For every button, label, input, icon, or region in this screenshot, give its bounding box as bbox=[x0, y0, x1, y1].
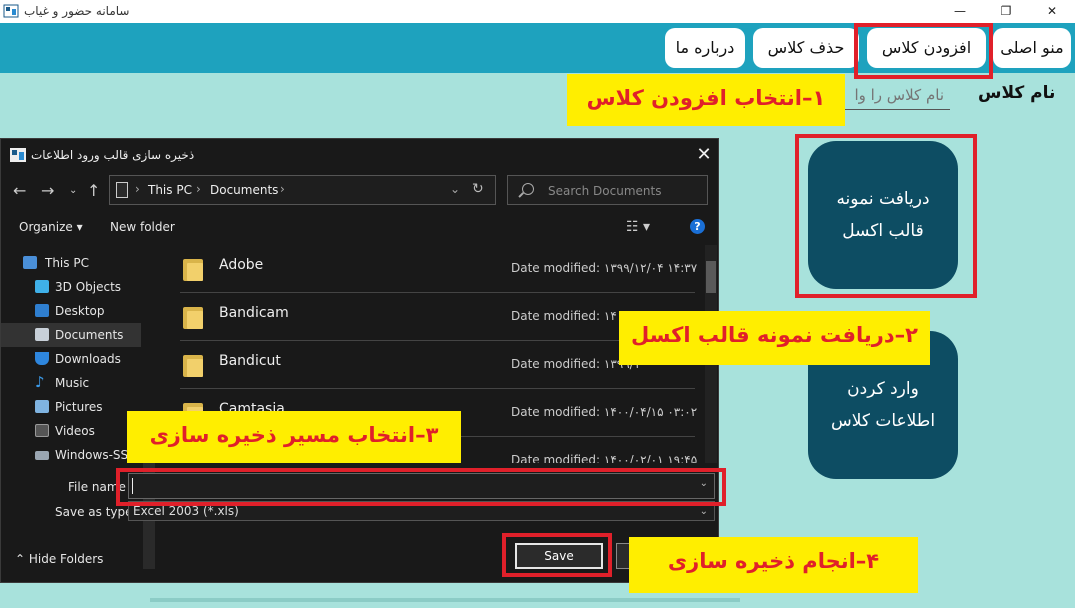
file-name: Bandicut bbox=[219, 353, 281, 369]
nav-item-downloads[interactable]: Downloads bbox=[1, 347, 141, 371]
back-arrow-icon[interactable]: ← bbox=[13, 181, 26, 200]
nav-item-label: Documents bbox=[55, 328, 124, 342]
nav-item-label: Videos bbox=[55, 424, 95, 438]
file-name: Adobe bbox=[219, 257, 264, 273]
folder-icon bbox=[183, 307, 203, 329]
highlight-get-template bbox=[795, 134, 977, 298]
document-icon bbox=[35, 328, 49, 341]
file-date: Date modified: ۱۴۰۰/۰۲/۰۱ ۱۹:۴۵ bbox=[511, 453, 698, 463]
cube-icon bbox=[35, 280, 49, 293]
nav-item-label: Pictures bbox=[55, 400, 103, 414]
nav-item-label: Windows-SSD bbox=[55, 448, 138, 462]
search-box[interactable]: Search Documents bbox=[507, 175, 708, 205]
callout-step-3: ۳–انتخاب مسیر ذخیره سازی bbox=[127, 411, 461, 463]
file-row-adobe[interactable]: Adobe Date modified: ۱۳۹۹/۱۲/۰۴ ۱۴:۳۷ bbox=[180, 245, 698, 293]
picture-icon bbox=[35, 400, 49, 413]
nav-item-label: Downloads bbox=[55, 352, 121, 366]
path-chevron-icon: › bbox=[196, 182, 201, 196]
menu-home-button[interactable]: منو اصلی bbox=[993, 28, 1071, 68]
nav-item-label: 3D Objects bbox=[55, 280, 122, 294]
nav-item-pictures[interactable]: Pictures bbox=[1, 395, 141, 419]
nav-item-desktop[interactable]: Desktop bbox=[1, 299, 141, 323]
save-as-type-value: Excel 2003 (*.xls) bbox=[133, 504, 239, 518]
search-icon bbox=[522, 183, 534, 195]
file-date: Date modified: ۱۳۹۹/۱۲/۰۴ ۱۴:۳۷ bbox=[511, 261, 698, 275]
highlight-file-name bbox=[116, 468, 726, 506]
dialog-app-icon bbox=[10, 148, 26, 162]
file-name: Bandicam bbox=[219, 305, 289, 321]
address-dropdown-icon[interactable]: ⌄ bbox=[450, 182, 460, 196]
nav-item-documents[interactable]: Documents bbox=[1, 323, 141, 347]
folder-path-icon bbox=[116, 182, 128, 198]
file-row-bandicut[interactable]: Bandicut Date modified: ۱۳۹۹/۱ bbox=[180, 341, 695, 389]
app-title: سامانه حضور و غیاب bbox=[24, 4, 130, 18]
organize-button[interactable]: Organize ▾ bbox=[19, 220, 83, 234]
callout-step-2: ۲–دریافت نمونه قالب اکسل bbox=[619, 311, 930, 365]
nav-item-label: Music bbox=[55, 376, 90, 390]
refresh-icon[interactable]: ↻ bbox=[472, 181, 484, 197]
file-date: Date modified: ۱۴۰۰/۰۴/۱۵ ۰۳:۰۲ bbox=[511, 405, 698, 419]
close-button[interactable]: ✕ bbox=[1029, 0, 1075, 23]
path-chevron-icon: › bbox=[135, 182, 140, 196]
hide-folders-label: Hide Folders bbox=[28, 552, 104, 566]
callout-step-4: ۴–انجام ذخیره سازی bbox=[629, 537, 918, 593]
dialog-title-bar: ذخیره سازی قالب ورود اطلاعات ✕ bbox=[1, 139, 718, 171]
file-row-bandicam[interactable]: Bandicam Date modified: ۱۴۰۰/۰ bbox=[180, 293, 695, 341]
menu-about-button[interactable]: درباره ما bbox=[665, 28, 745, 68]
path-chevron-icon: › bbox=[280, 182, 285, 196]
highlight-add-class bbox=[854, 23, 993, 79]
highlight-save bbox=[502, 533, 612, 577]
up-arrow-icon[interactable]: ↑ bbox=[87, 181, 100, 200]
nav-item-this-pc[interactable]: This PC bbox=[1, 251, 141, 275]
nav-item-music[interactable]: ♪ Music bbox=[1, 371, 141, 395]
drive-icon bbox=[35, 451, 49, 460]
search-placeholder: Search Documents bbox=[548, 184, 662, 198]
maximize-button[interactable]: ❐ bbox=[983, 0, 1029, 23]
nav-item-windows-ssd[interactable]: Windows-SSD bbox=[1, 443, 141, 467]
save-as-type-label: Save as type: bbox=[55, 505, 137, 519]
minimize-button[interactable]: — bbox=[937, 0, 983, 23]
scrollbar-thumb[interactable] bbox=[706, 261, 716, 293]
nav-item-3d-objects[interactable]: 3D Objects bbox=[1, 275, 141, 299]
nav-item-label: Desktop bbox=[55, 304, 105, 318]
help-icon[interactable]: ? bbox=[690, 219, 705, 234]
folder-icon bbox=[183, 355, 203, 377]
download-icon bbox=[35, 352, 49, 365]
desktop-icon bbox=[35, 304, 49, 317]
music-icon: ♪ bbox=[35, 373, 45, 391]
title-bar: سامانه حضور و غیاب — ❐ ✕ bbox=[0, 0, 1075, 23]
hide-folders-button[interactable]: ⌃ Hide Folders bbox=[15, 552, 103, 566]
new-folder-button[interactable]: New folder bbox=[110, 220, 175, 234]
pc-icon bbox=[23, 256, 37, 269]
forward-arrow-icon[interactable]: → bbox=[41, 181, 54, 200]
chevron-up-icon: ⌃ bbox=[15, 552, 29, 566]
dialog-title: ذخیره سازی قالب ورود اطلاعات bbox=[31, 148, 195, 162]
folder-icon bbox=[183, 259, 203, 281]
save-dialog: ذخیره سازی قالب ورود اطلاعات ✕ ← → ⌄ ↑ ›… bbox=[0, 138, 719, 583]
menu-delete-class-button[interactable]: حذف کلاس bbox=[753, 28, 859, 68]
address-bar[interactable]: › This PC › Documents › ⌄ ↻ bbox=[109, 175, 496, 205]
recent-chevron-icon[interactable]: ⌄ bbox=[69, 185, 77, 196]
class-name-label: نام کلاس bbox=[978, 83, 1056, 103]
nav-item-videos[interactable]: Videos bbox=[1, 419, 141, 443]
nav-item-label: This PC bbox=[45, 256, 89, 270]
app-icon bbox=[3, 4, 19, 18]
bottom-divider bbox=[150, 598, 740, 602]
path-documents[interactable]: Documents bbox=[210, 183, 278, 197]
dialog-close-icon[interactable]: ✕ bbox=[691, 143, 717, 167]
callout-step-1: ۱–انتخاب افزودن کلاس bbox=[567, 74, 845, 126]
video-icon bbox=[35, 424, 49, 437]
enter-class-info-label: وارد کردن اطلاعات کلاس bbox=[830, 378, 936, 431]
path-this-pc[interactable]: This PC bbox=[148, 183, 192, 197]
view-options-icon[interactable]: ☷ ▾ bbox=[626, 219, 650, 235]
class-name-input[interactable] bbox=[838, 80, 950, 110]
